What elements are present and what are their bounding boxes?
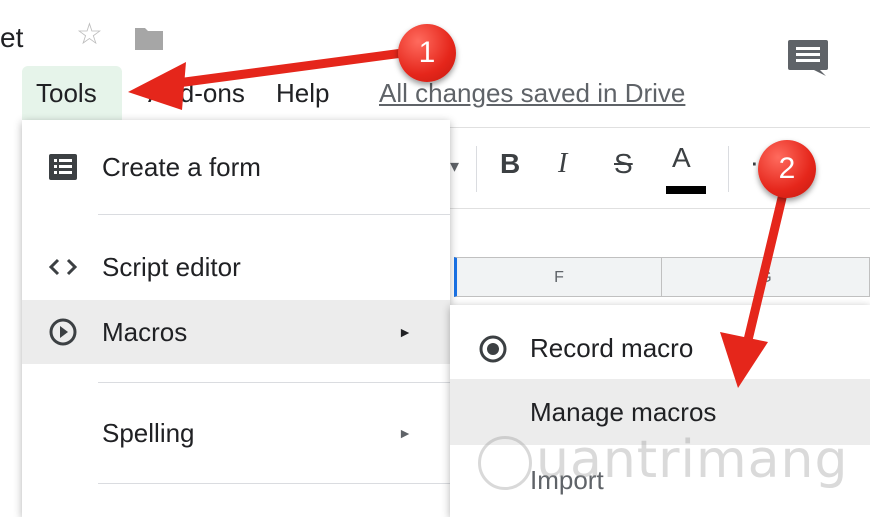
annotation-badge-1: 1 [398,24,456,82]
submenu-arrow-icon: ► [398,425,412,441]
strikethrough-button[interactable]: S [614,148,633,180]
star-icon[interactable]: ☆ [76,20,103,50]
dropdown-caret-icon[interactable]: ▾ [450,156,459,177]
code-icon [48,258,78,276]
record-icon [479,335,507,363]
annotation-badge-2: 2 [758,140,816,198]
menu-item-label: Spelling [102,418,195,448]
menu-item-label: Create a form [102,152,261,182]
text-color-swatch [666,186,706,194]
menu-item-macros[interactable]: Macros ► [22,300,450,364]
menu-divider [98,382,450,383]
italic-button[interactable]: I [558,148,567,180]
menu-addons[interactable]: Add-ons [148,66,245,120]
column-header-f[interactable]: F [454,257,662,297]
menu-help[interactable]: Help [276,66,329,120]
bold-button[interactable]: B [500,148,520,180]
toolbar-divider [476,146,477,192]
menu-item-create-form[interactable]: Create a form [22,135,450,199]
menu-item-record-macro[interactable]: Record macro [450,315,870,381]
text-color-button[interactable]: A [672,142,691,174]
menu-item-spelling[interactable]: Spelling ► [22,401,450,465]
menu-tools[interactable]: Tools [22,66,122,120]
form-icon [49,154,77,180]
document-title[interactable]: et [0,22,23,54]
menu-divider [98,483,450,484]
app-window: et ☆ Tools Add-ons Help All changes save… [0,0,870,517]
submenu-arrow-icon: ► [398,324,412,340]
menu-item-label: Script editor [102,252,241,282]
play-circle-icon [49,318,77,346]
watermark-logo [478,436,532,490]
folder-icon[interactable] [133,24,165,52]
toolbar-divider [728,146,729,192]
watermark-text: uantrimang [536,430,849,490]
tools-menu: Create a form Script editor Macros ► Spe… [22,120,450,517]
menu-item-label: Macros [102,317,188,347]
menu-item-label: Record macro [530,333,694,363]
menu-divider [98,214,450,215]
menu-item-script-editor[interactable]: Script editor [22,235,450,299]
column-header-g[interactable]: G [661,257,870,297]
